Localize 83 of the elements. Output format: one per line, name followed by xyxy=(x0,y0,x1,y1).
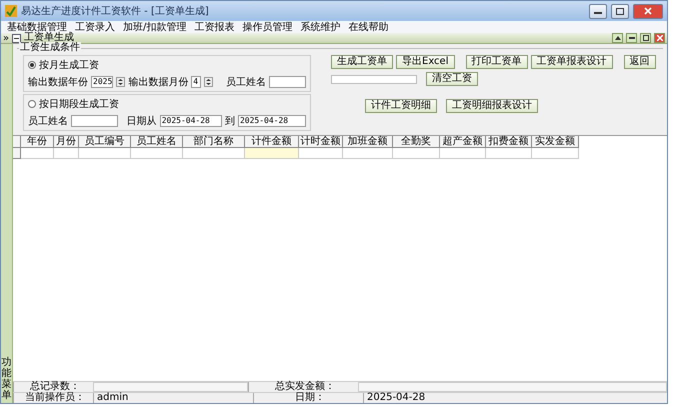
table-cell[interactable] xyxy=(486,148,532,159)
column-header[interactable]: 计件金额 xyxy=(245,136,299,148)
column-header[interactable]: 年份 xyxy=(21,136,54,148)
menu-item[interactable]: 操作员管理 xyxy=(242,22,292,32)
table-cell[interactable] xyxy=(440,148,486,159)
group-title: 工资生成条件 xyxy=(19,42,81,54)
column-header[interactable]: 加班金额 xyxy=(343,136,393,148)
table-cell[interactable] xyxy=(343,148,393,159)
table-cell[interactable] xyxy=(79,148,131,159)
table-cell[interactable] xyxy=(21,148,54,159)
toolbar-button[interactable]: 导出Excel xyxy=(396,55,454,69)
year-field[interactable]: 2025 xyxy=(91,76,114,88)
column-header[interactable]: 员工姓名 xyxy=(131,136,183,148)
field-label: 日期从 xyxy=(126,114,157,128)
field-label: 员工姓名 xyxy=(28,115,68,128)
toolbar-button[interactable]: 打印工资单 xyxy=(466,55,528,69)
sidebar-label: 功能菜单 xyxy=(2,357,12,401)
table-cell[interactable] xyxy=(532,148,579,159)
maximize-button[interactable] xyxy=(640,33,651,43)
month-field[interactable]: 4 xyxy=(191,76,202,88)
expand-button[interactable]: » xyxy=(3,32,10,44)
menu-item[interactable]: 系统维护 xyxy=(300,22,340,32)
field-label: 输出数据年份 xyxy=(28,76,88,89)
radio-label: 按月生成工资 xyxy=(39,58,99,72)
spinner-icon[interactable] xyxy=(204,77,214,87)
minimize-button[interactable] xyxy=(589,4,607,18)
menu-item[interactable]: 加班/扣款管理 xyxy=(123,22,186,32)
maximize-icon xyxy=(642,35,648,41)
report-button[interactable]: 计件工资明细 xyxy=(365,99,437,113)
status-label: 日期： xyxy=(253,393,363,403)
field-label: 输出数据月份 xyxy=(128,76,188,89)
window-title: 易达生产进度计件工资软件 - [工资单生成] xyxy=(21,4,210,18)
date-field[interactable]: 2025-04-28 xyxy=(238,115,306,127)
toolbar-button[interactable]: 生成工资单 xyxy=(331,55,393,69)
sidebar-panel[interactable]: 功能菜单 xyxy=(1,44,13,403)
spinner-icon[interactable] xyxy=(116,77,126,87)
status-value: admin xyxy=(93,393,253,403)
row-header[interactable] xyxy=(13,148,21,159)
column-header[interactable]: 扣费金额 xyxy=(486,136,532,148)
column-header[interactable]: 月份 xyxy=(54,136,79,148)
menu-item[interactable]: 工资报表 xyxy=(194,22,234,32)
column-header[interactable]: 超产金额 xyxy=(440,136,486,148)
table-cell[interactable] xyxy=(245,148,299,159)
child-window-title: 工资单生成 xyxy=(24,33,74,43)
triangle-up-icon xyxy=(614,36,620,40)
field-label: 到 xyxy=(224,115,235,128)
scroll-up-button[interactable] xyxy=(612,33,623,43)
minimize-icon xyxy=(628,37,634,39)
menu-item[interactable]: 基础数据管理 xyxy=(7,22,67,32)
table-cell[interactable] xyxy=(54,148,79,159)
status-value: 2025-04-28 xyxy=(363,393,667,403)
close-button[interactable] xyxy=(633,4,663,18)
toolbar-button[interactable]: 返回 xyxy=(624,55,656,69)
minimize-button[interactable] xyxy=(626,33,637,43)
name-field[interactable] xyxy=(269,76,306,88)
collapse-icon[interactable] xyxy=(12,34,22,42)
radio-label: 按日期段生成工资 xyxy=(39,98,119,111)
status-label: 当前操作员： xyxy=(13,393,93,403)
table-cell[interactable] xyxy=(393,148,440,159)
close-icon xyxy=(644,7,652,15)
clear-button[interactable]: 清空工资 xyxy=(426,72,478,86)
report-button[interactable]: 工资明细报表设计 xyxy=(446,99,538,113)
column-header[interactable]: 部门名称 xyxy=(183,136,245,148)
menu-item[interactable]: 工资录入 xyxy=(75,22,115,32)
menu-item[interactable]: 在线帮助 xyxy=(348,22,388,32)
close-icon xyxy=(656,35,662,41)
column-header[interactable]: 实发金额 xyxy=(532,136,579,148)
date-field[interactable]: 2025-04-28 xyxy=(160,115,222,127)
maximize-button[interactable] xyxy=(611,4,629,18)
column-header[interactable]: 计时金额 xyxy=(299,136,343,148)
close-button[interactable] xyxy=(654,33,665,43)
radio-button[interactable] xyxy=(28,61,36,69)
column-header[interactable]: 全勤奖 xyxy=(393,136,440,148)
toolbar-button[interactable]: 工资单报表设计 xyxy=(530,55,612,69)
table-cell[interactable] xyxy=(299,148,343,159)
maximize-icon xyxy=(616,8,624,14)
column-header[interactable]: 员工编号 xyxy=(79,136,131,148)
name-field[interactable] xyxy=(71,115,118,127)
table-cell[interactable] xyxy=(131,148,183,159)
field-label: 员工姓名 xyxy=(226,76,266,89)
radio-button[interactable] xyxy=(28,100,36,108)
table-cell[interactable] xyxy=(183,148,245,159)
app-logo-icon xyxy=(5,5,17,17)
